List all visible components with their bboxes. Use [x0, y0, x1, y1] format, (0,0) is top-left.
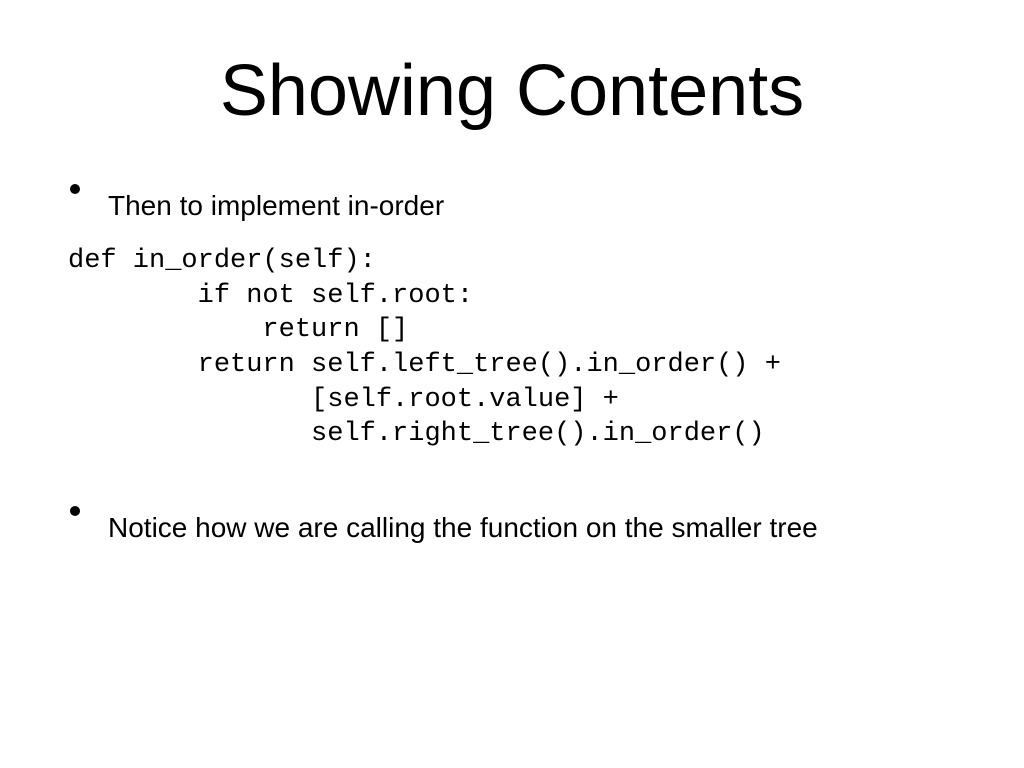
bullet-item: Notice how we are calling the function o… — [60, 504, 964, 546]
bullet-icon — [70, 506, 80, 516]
slide: Showing Contents Then to implement in-or… — [0, 0, 1024, 768]
code-block: def in_order(self): if not self.root: re… — [68, 244, 964, 451]
bullet-text: Then to implement in-order — [108, 188, 444, 224]
bullet-icon — [70, 184, 80, 194]
bullet-item: Then to implement in-order — [60, 182, 964, 224]
slide-title: Showing Contents — [60, 50, 964, 132]
bullet-text: Notice how we are calling the function o… — [108, 510, 818, 546]
